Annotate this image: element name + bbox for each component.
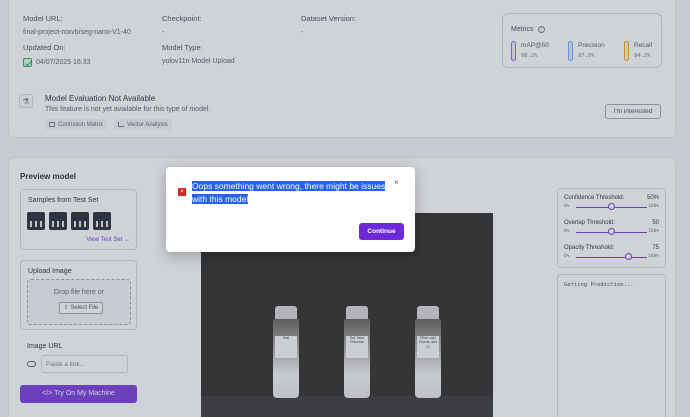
error-icon: ×: [178, 188, 186, 196]
continue-button[interactable]: Continue: [359, 223, 404, 240]
error-message: Oops something went wrong, there might b…: [192, 180, 392, 206]
close-icon[interactable]: ×: [394, 178, 399, 187]
error-message-text: Oops something went wrong, there might b…: [192, 181, 386, 204]
error-dialog: × Oops something went wrong, there might…: [166, 167, 415, 252]
